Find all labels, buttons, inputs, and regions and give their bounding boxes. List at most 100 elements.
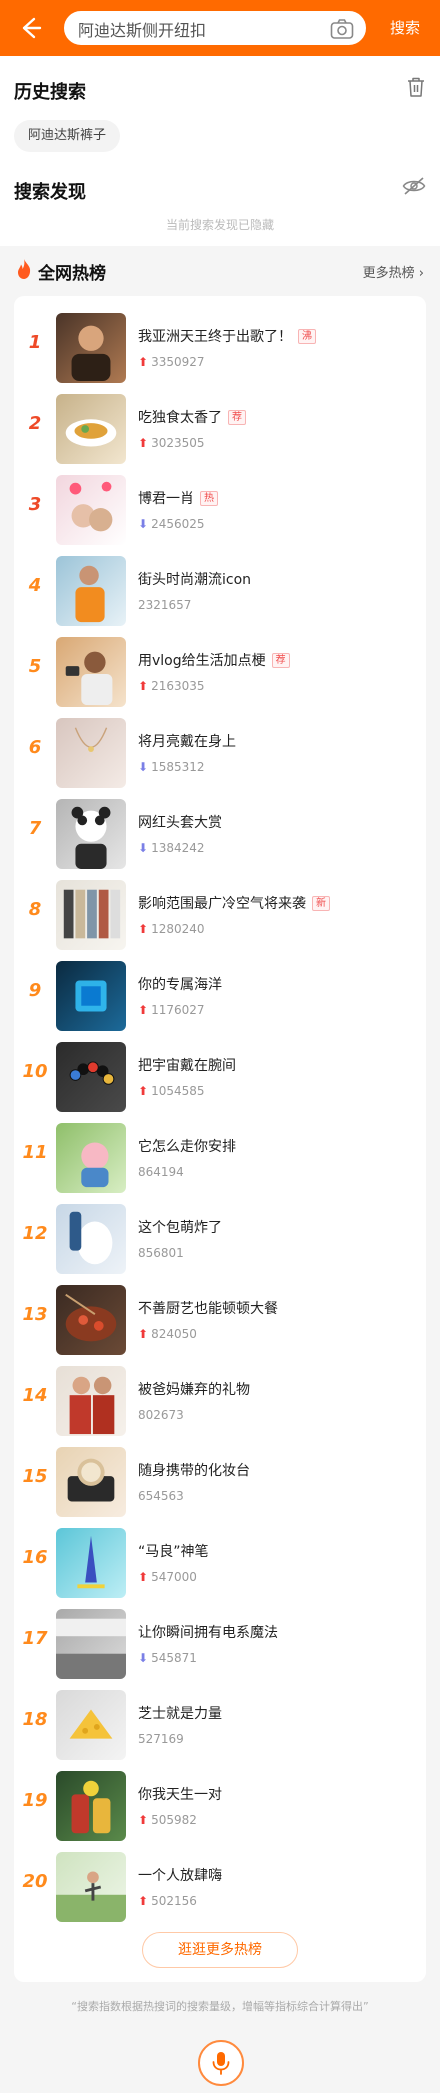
item-title[interactable]: 它怎么走你安排 xyxy=(138,1136,236,1156)
rank-number: 2 xyxy=(28,413,42,434)
item-thumbnail[interactable] xyxy=(56,1042,126,1112)
item-title[interactable]: 让你瞬间拥有电系魔法 xyxy=(138,1622,278,1642)
search-index: ⬇ 2456025 xyxy=(138,517,205,531)
search-index-value: 527169 xyxy=(138,1732,184,1746)
hot-list-item[interactable]: 3 博君一肖热 ⬇ 2456025 xyxy=(14,470,426,551)
item-thumbnail[interactable] xyxy=(56,1771,126,1841)
hot-list-item[interactable]: 14 被爸妈嫌弃的礼物 802673 xyxy=(14,1361,426,1442)
search-index-value: 3350927 xyxy=(151,355,205,369)
item-thumbnail[interactable] xyxy=(56,637,126,707)
voice-search-button[interactable] xyxy=(198,2040,244,2086)
rank-number: 20 xyxy=(22,1871,48,1892)
search-index-value: 1054585 xyxy=(151,1084,205,1098)
item-thumbnail[interactable] xyxy=(56,1528,126,1598)
history-title: 历史搜索 xyxy=(14,82,86,103)
item-thumbnail[interactable] xyxy=(56,1690,126,1760)
history-tag[interactable]: 阿迪达斯裤子 xyxy=(14,120,121,152)
hot-list-item[interactable]: 2 吃独食太香了荐 ⬆ 3023505 xyxy=(14,389,426,470)
item-title-text: 我亚洲天王终于出歌了！ xyxy=(138,329,292,345)
item-title-text: “马良”神笔 xyxy=(138,1544,209,1560)
rank-number: 6 xyxy=(28,737,42,758)
search-index: ⬆ 547000 xyxy=(138,1570,197,1584)
item-thumbnail[interactable] xyxy=(56,1609,126,1679)
item-title[interactable]: 不善厨艺也能顿顿大餐 xyxy=(138,1298,278,1318)
hot-list-item[interactable]: 13 不善厨艺也能顿顿大餐 ⬆ 824050 xyxy=(14,1280,426,1361)
hot-list-item[interactable]: 18 芝士就是力量 527169 xyxy=(14,1685,426,1766)
hot-list-card: 1 我亚洲天王终于出歌了！沸 ⬆ 3350927 2 吃独食太香了荐 ⬆ 3023505 3 博君… xyxy=(14,296,426,1982)
item-thumbnail[interactable] xyxy=(56,475,126,545)
browse-more-hot-button[interactable]: 逛逛更多热榜 xyxy=(142,1932,298,1968)
trend-up-icon: ⬆ xyxy=(138,1003,149,1017)
item-title[interactable]: 这个包萌炸了 xyxy=(138,1217,222,1237)
search-button[interactable]: 搜索 xyxy=(378,11,432,43)
item-title[interactable]: 用vlog给生活加点梗荐 xyxy=(138,650,290,670)
hot-list-item[interactable]: 9 你的专属海洋 ⬆ 1176027 xyxy=(14,956,426,1037)
item-thumbnail[interactable] xyxy=(56,1366,126,1436)
item-title[interactable]: 街头时尚潮流icon xyxy=(138,569,251,589)
item-title-text: 被爸妈嫌弃的礼物 xyxy=(138,1382,250,1398)
hot-list-item[interactable]: 1 我亚洲天王终于出歌了！ 沸 ⬆ 3350927 xyxy=(14,308,426,389)
hot-list-item[interactable]: 10 把宇宙戴在腕间 ⬆ 1054585 xyxy=(14,1037,426,1118)
item-thumbnail[interactable] xyxy=(56,1123,126,1193)
hot-list-item[interactable]: 7 网红头套大赏 ⬇ 1384242 xyxy=(14,794,426,875)
item-title[interactable]: 影响范围最广冷空气将来袭新 xyxy=(138,893,330,913)
item-badge: 新 xyxy=(312,896,330,911)
item-title[interactable]: “马良”神笔 xyxy=(138,1541,209,1561)
item-title[interactable]: 我亚洲天王终于出歌了！ 沸 xyxy=(138,326,316,346)
rank-number: 1 xyxy=(28,332,42,353)
back-arrow-icon[interactable] xyxy=(14,13,44,43)
camera-icon[interactable] xyxy=(330,18,354,40)
search-input[interactable] xyxy=(78,17,318,41)
item-title[interactable]: 被爸妈嫌弃的礼物 xyxy=(138,1379,250,1399)
item-thumbnail[interactable] xyxy=(56,799,126,869)
item-title[interactable]: 你的专属海洋 xyxy=(138,974,222,994)
eye-off-icon[interactable] xyxy=(402,176,426,196)
item-title[interactable]: 博君一肖热 xyxy=(138,488,218,508)
item-thumbnail[interactable] xyxy=(56,1204,126,1274)
item-thumbnail[interactable] xyxy=(56,1285,126,1355)
item-thumbnail[interactable] xyxy=(56,718,126,788)
item-title[interactable]: 吃独食太香了荐 xyxy=(138,407,246,427)
hot-list-item[interactable]: 20 一个人放肆嗨 ⬆ 502156 xyxy=(14,1847,426,1928)
item-thumbnail[interactable] xyxy=(56,1852,126,1922)
hot-list-item[interactable]: 19 你我天生一对 ⬆ 505982 xyxy=(14,1766,426,1847)
search-index: ⬆ 3023505 xyxy=(138,436,205,450)
item-thumbnail[interactable] xyxy=(56,880,126,950)
rank-number: 11 xyxy=(22,1142,48,1163)
search-index-value: 2456025 xyxy=(151,517,205,531)
item-title[interactable]: 随身携带的化妆台 xyxy=(138,1460,250,1480)
hot-list-item[interactable]: 15 随身携带的化妆台 654563 xyxy=(14,1442,426,1523)
search-index: ⬆ 1054585 xyxy=(138,1084,205,1098)
search-index-value: 1280240 xyxy=(151,922,205,936)
hot-list-item[interactable]: 6 将月亮戴在身上 ⬇ 1585312 xyxy=(14,713,426,794)
item-thumbnail[interactable] xyxy=(56,394,126,464)
item-title[interactable]: 将月亮戴在身上 xyxy=(138,731,236,751)
item-title[interactable]: 网红头套大赏 xyxy=(138,812,222,832)
item-thumbnail[interactable] xyxy=(56,1447,126,1517)
search-index-value: 856801 xyxy=(138,1246,184,1260)
hot-list-item[interactable]: 16 “马良”神笔 ⬆ 547000 xyxy=(14,1523,426,1604)
hot-list-item[interactable]: 17 让你瞬间拥有电系魔法 ⬇ 545871 xyxy=(14,1604,426,1685)
item-thumbnail[interactable] xyxy=(56,313,126,383)
trend-up-icon: ⬆ xyxy=(138,355,149,369)
rank-number: 19 xyxy=(22,1790,48,1811)
item-title[interactable]: 你我天生一对 xyxy=(138,1784,222,1804)
item-thumbnail[interactable] xyxy=(56,556,126,626)
hot-list-item[interactable]: 8 影响范围最广冷空气将来袭新 ⬆ 1280240 xyxy=(14,875,426,956)
more-hot-lists-link[interactable]: 更多热榜 › xyxy=(363,262,424,281)
hot-list-item[interactable]: 12 这个包萌炸了 856801 xyxy=(14,1199,426,1280)
search-index-value: 1176027 xyxy=(151,1003,205,1017)
item-title[interactable]: 一个人放肆嗨 xyxy=(138,1865,222,1885)
rank-number: 14 xyxy=(22,1385,48,1406)
item-title-text: 吃独食太香了 xyxy=(138,410,222,426)
hot-list-item[interactable]: 11 它怎么走你安排 864194 xyxy=(14,1118,426,1199)
item-title[interactable]: 把宇宙戴在腕间 xyxy=(138,1055,236,1075)
hot-list-item[interactable]: 4 街头时尚潮流icon 2321657 xyxy=(14,551,426,632)
search-index: ⬇ 1585312 xyxy=(138,760,205,774)
rank-number: 8 xyxy=(28,899,42,920)
trash-icon[interactable] xyxy=(406,76,426,98)
hot-list-item[interactable]: 5 用vlog给生活加点梗荐 ⬆ 2163035 xyxy=(14,632,426,713)
item-thumbnail[interactable] xyxy=(56,961,126,1031)
item-title[interactable]: 芝士就是力量 xyxy=(138,1703,222,1723)
search-box xyxy=(62,9,368,47)
